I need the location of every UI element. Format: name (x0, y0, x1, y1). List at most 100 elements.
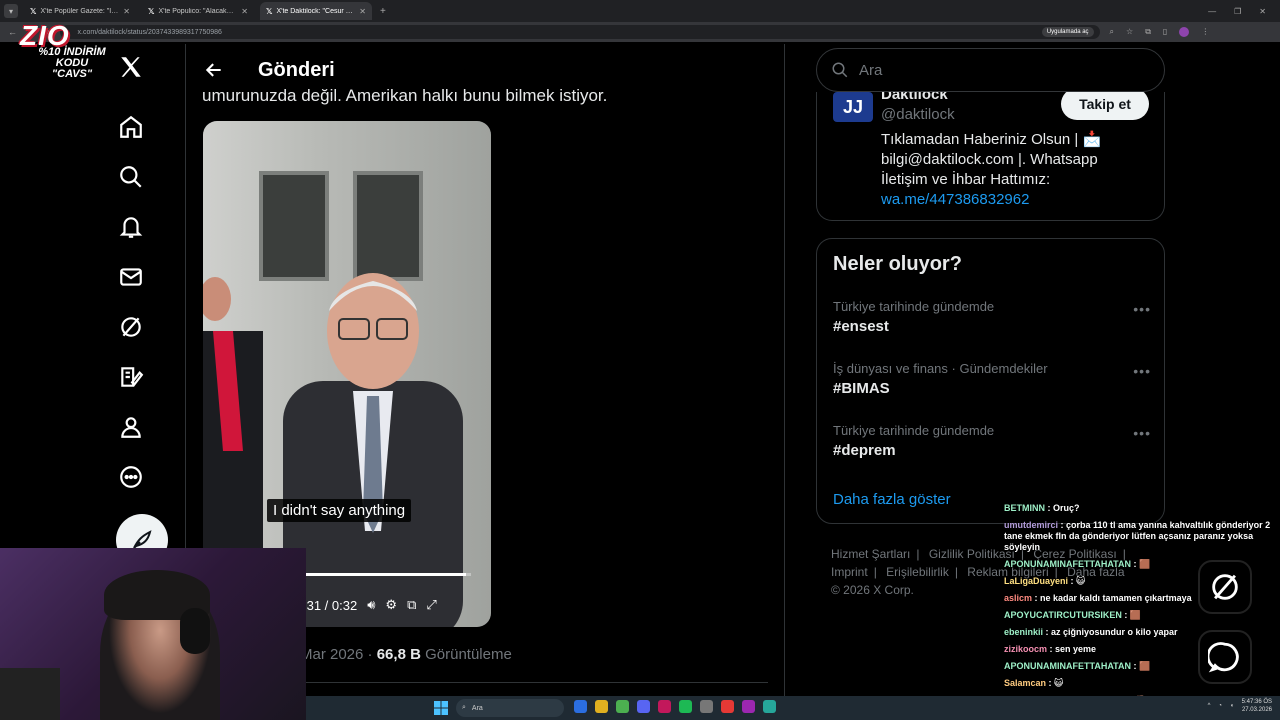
back-arrow-icon[interactable] (204, 60, 224, 80)
browser-tab-2[interactable]: 𝕏 X'te Populico: "Alacakaranlık'ın ... ✕ (142, 2, 254, 20)
tab-search-button[interactable]: ▾ (4, 4, 18, 18)
trend-tag: #BIMAS (833, 380, 890, 397)
app-icon[interactable] (658, 700, 671, 713)
search-box[interactable] (816, 48, 1165, 92)
wifi-icon[interactable]: ◔ (1218, 703, 1222, 709)
bookmark-star-icon[interactable]: ☆ (1126, 27, 1133, 37)
fullscreen-icon[interactable]: ⤢ (426, 597, 436, 613)
app-icon[interactable] (742, 700, 755, 713)
chrome-icon[interactable] (616, 700, 629, 713)
maximize-icon[interactable]: ❐ (1234, 7, 1241, 16)
discord-icon[interactable] (637, 700, 650, 713)
browser-tab-3-active[interactable]: 𝕏 X'te Daktilock: "Cesur bir kadın ... ✕ (260, 2, 372, 20)
chat-separator: : (1130, 661, 1139, 671)
tweet-views-label: Görüntüleme (425, 646, 512, 663)
trend-item[interactable]: Türkiye tarihinde gündemde #deprem ••• (833, 423, 1153, 467)
spotify-icon[interactable] (679, 700, 692, 713)
grok-icon[interactable] (118, 314, 144, 340)
search-icon[interactable] (118, 164, 144, 190)
x-logo-icon[interactable] (118, 54, 144, 80)
chat-username[interactable]: APONUNAMINAFETTAHATAN (1004, 661, 1131, 671)
chat-bubble-icon (1208, 642, 1239, 673)
profile-handle[interactable]: @daktilock (881, 106, 955, 123)
picture-in-picture-icon[interactable]: ⧉ (407, 597, 416, 613)
notifications-icon[interactable] (118, 214, 144, 240)
chat-text: 🟫 (1138, 661, 1151, 671)
search-input[interactable] (859, 61, 1139, 79)
chat-username[interactable]: aslicm (1004, 593, 1032, 603)
chat-separator: : (1045, 503, 1053, 513)
app-icon[interactable] (763, 700, 776, 713)
show-more-link[interactable]: Daha fazla göster (833, 491, 951, 508)
trend-item[interactable]: Türkiye tarihinde gündemde #ensest ••• (833, 299, 1153, 343)
app-icon[interactable] (700, 700, 713, 713)
footer-terms-link[interactable]: Hizmet Şartları (831, 547, 910, 561)
profile-avatar[interactable] (1179, 27, 1190, 37)
footer-imprint-link[interactable]: Imprint (831, 565, 868, 579)
zoom-icon[interactable]: ⌕ (1110, 27, 1114, 37)
more-options-icon[interactable]: ••• (1133, 363, 1151, 379)
tweet-meta: Mar 2026 · 66,8 B Görüntüleme (300, 646, 512, 663)
volume-icon[interactable]: 🔊︎ (367, 597, 375, 613)
close-window-icon[interactable]: ✕ (1259, 7, 1266, 16)
windows-start-icon[interactable] (434, 701, 448, 715)
url-field[interactable]: x.com/daktilock/status/20374339893177509… (59, 25, 1100, 39)
chat-text: 😺 (1076, 576, 1086, 586)
messages-icon[interactable] (118, 264, 144, 290)
tweet-divider (300, 682, 768, 683)
video-progress-bar[interactable] (303, 573, 471, 576)
webcam-feed (0, 548, 306, 720)
profile-avatar[interactable]: JJ (833, 92, 873, 122)
taskbar-search[interactable]: ⌕ Ara (456, 699, 564, 717)
more-options-icon[interactable]: ••• (1133, 425, 1151, 441)
home-icon[interactable] (118, 114, 144, 140)
chat-username[interactable]: LaLigaDuayeni (1004, 576, 1068, 586)
taskbar-apps (574, 700, 776, 713)
chat-username[interactable]: zizikoocm (1004, 644, 1047, 654)
close-tab-icon[interactable]: ✕ (123, 7, 130, 16)
minimize-icon[interactable]: — (1208, 7, 1216, 16)
messages-float-button[interactable] (1198, 630, 1252, 684)
footer-accessibility-link[interactable]: Erişilebilirlik (886, 565, 949, 579)
footer-privacy-link[interactable]: Gizlilik Politikası (929, 547, 1015, 561)
volume-icon[interactable]: ◖ (1230, 703, 1234, 709)
grok-float-button[interactable] (1198, 560, 1252, 614)
profile-name[interactable]: Daktilock (881, 92, 948, 103)
chat-text: az çiğniyosundur o kilo yapar (1051, 627, 1178, 637)
close-tab-icon[interactable]: ✕ (241, 7, 248, 16)
close-tab-icon[interactable]: ✕ (359, 7, 366, 16)
file-explorer-icon[interactable] (595, 700, 608, 713)
browser-menu-icon[interactable]: ⋮ (1201, 27, 1209, 37)
tweet-date[interactable]: Mar 2026 (300, 646, 363, 663)
chat-separator: : (1068, 576, 1077, 586)
follow-button[interactable]: Takip et (1061, 92, 1149, 120)
more-icon[interactable] (118, 464, 144, 490)
profile-icon[interactable] (118, 414, 144, 440)
system-clock[interactable]: 5:47:36 ÖS 27.03.2026 (1242, 698, 1272, 714)
sidebar-icon[interactable]: ▯ (1163, 27, 1167, 37)
clock-time: 5:47:36 ÖS (1241, 699, 1272, 705)
chat-username[interactable]: Salamcan (1004, 678, 1046, 688)
settings-gear-icon[interactable]: ⚙ (385, 597, 397, 613)
chat-username[interactable]: APOYUCATIRCUTURSIKEN (1004, 610, 1122, 620)
trend-item[interactable]: İş dünyası ve finans · Gündemdekiler #BI… (833, 361, 1153, 405)
page-title: Gönderi (258, 58, 335, 81)
app-icon[interactable] (721, 700, 734, 713)
chat-message: umutdemirci : çorba 110 tl ama yanına ka… (1004, 520, 1280, 553)
compose-list-icon[interactable] (118, 364, 144, 390)
profile-link[interactable]: wa.me/447386832962 (881, 190, 1151, 210)
chat-username[interactable]: APONUNAMINAFETTAHATAN (1004, 559, 1131, 569)
browser-tab-1[interactable]: 𝕏 X'te Popüler Gazete: "İranlı bir ... ✕ (24, 2, 136, 20)
task-view-icon[interactable] (574, 700, 587, 713)
open-in-app-button[interactable]: Uygulamada aç (1041, 27, 1094, 37)
chat-message: BETMINN : Oruç? (1004, 503, 1280, 514)
extensions-icon[interactable]: ⧉ (1145, 27, 1151, 37)
chat-username[interactable]: umutdemirci (1004, 520, 1058, 530)
chat-username[interactable]: ebeninkii (1004, 627, 1043, 637)
chat-username[interactable]: BETMINN (1004, 503, 1045, 513)
new-tab-button[interactable]: + (380, 6, 386, 17)
back-nav-icon[interactable]: ← (8, 27, 17, 37)
more-options-icon[interactable]: ••• (1133, 301, 1151, 317)
window-controls: — ❐ ✕ (1208, 7, 1266, 16)
tray-chevron-icon[interactable]: ^ (1208, 703, 1211, 709)
